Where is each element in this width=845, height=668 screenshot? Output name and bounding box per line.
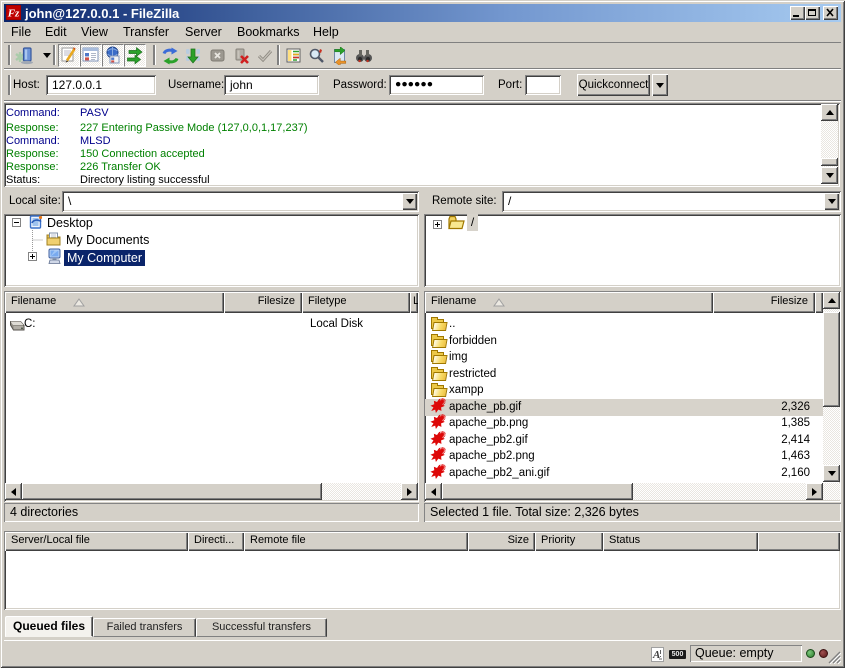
svg-text:Fz: Fz [7,8,20,20]
